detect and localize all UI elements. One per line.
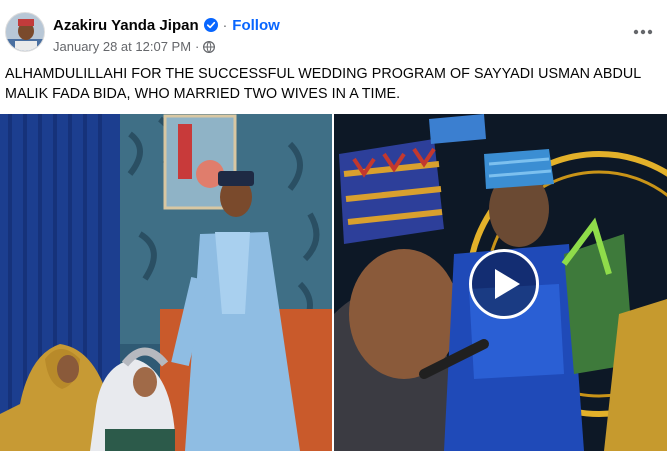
author-name[interactable]: Azakiru Yanda Jipan	[53, 17, 199, 34]
follow-button[interactable]: Follow	[232, 17, 280, 34]
author-avatar[interactable]	[5, 12, 45, 52]
globe-icon	[203, 40, 216, 54]
play-button[interactable]	[469, 249, 539, 319]
post-header: Azakiru Yanda Jipan · Follow January 28 …	[0, 0, 667, 60]
facebook-post: Azakiru Yanda Jipan · Follow January 28 …	[0, 0, 667, 451]
post-timestamp[interactable]: January 28 at 12:07 PM	[53, 39, 191, 54]
author-row: Azakiru Yanda Jipan · Follow	[53, 15, 280, 35]
post-media	[0, 114, 667, 451]
wedding-video[interactable]	[334, 114, 667, 451]
play-icon	[495, 269, 520, 299]
name-separator: ·	[222, 17, 228, 33]
post-meta: January 28 at 12:07 PM ·	[53, 38, 216, 54]
meta-dot: ·	[195, 38, 200, 54]
verified-badge-icon	[203, 18, 218, 32]
post-caption: ALHAMDULILLAHI FOR THE SUCCESSFUL WEDDIN…	[5, 66, 641, 102]
wedding-photo[interactable]	[0, 114, 332, 451]
more-options-icon[interactable]	[628, 22, 658, 42]
